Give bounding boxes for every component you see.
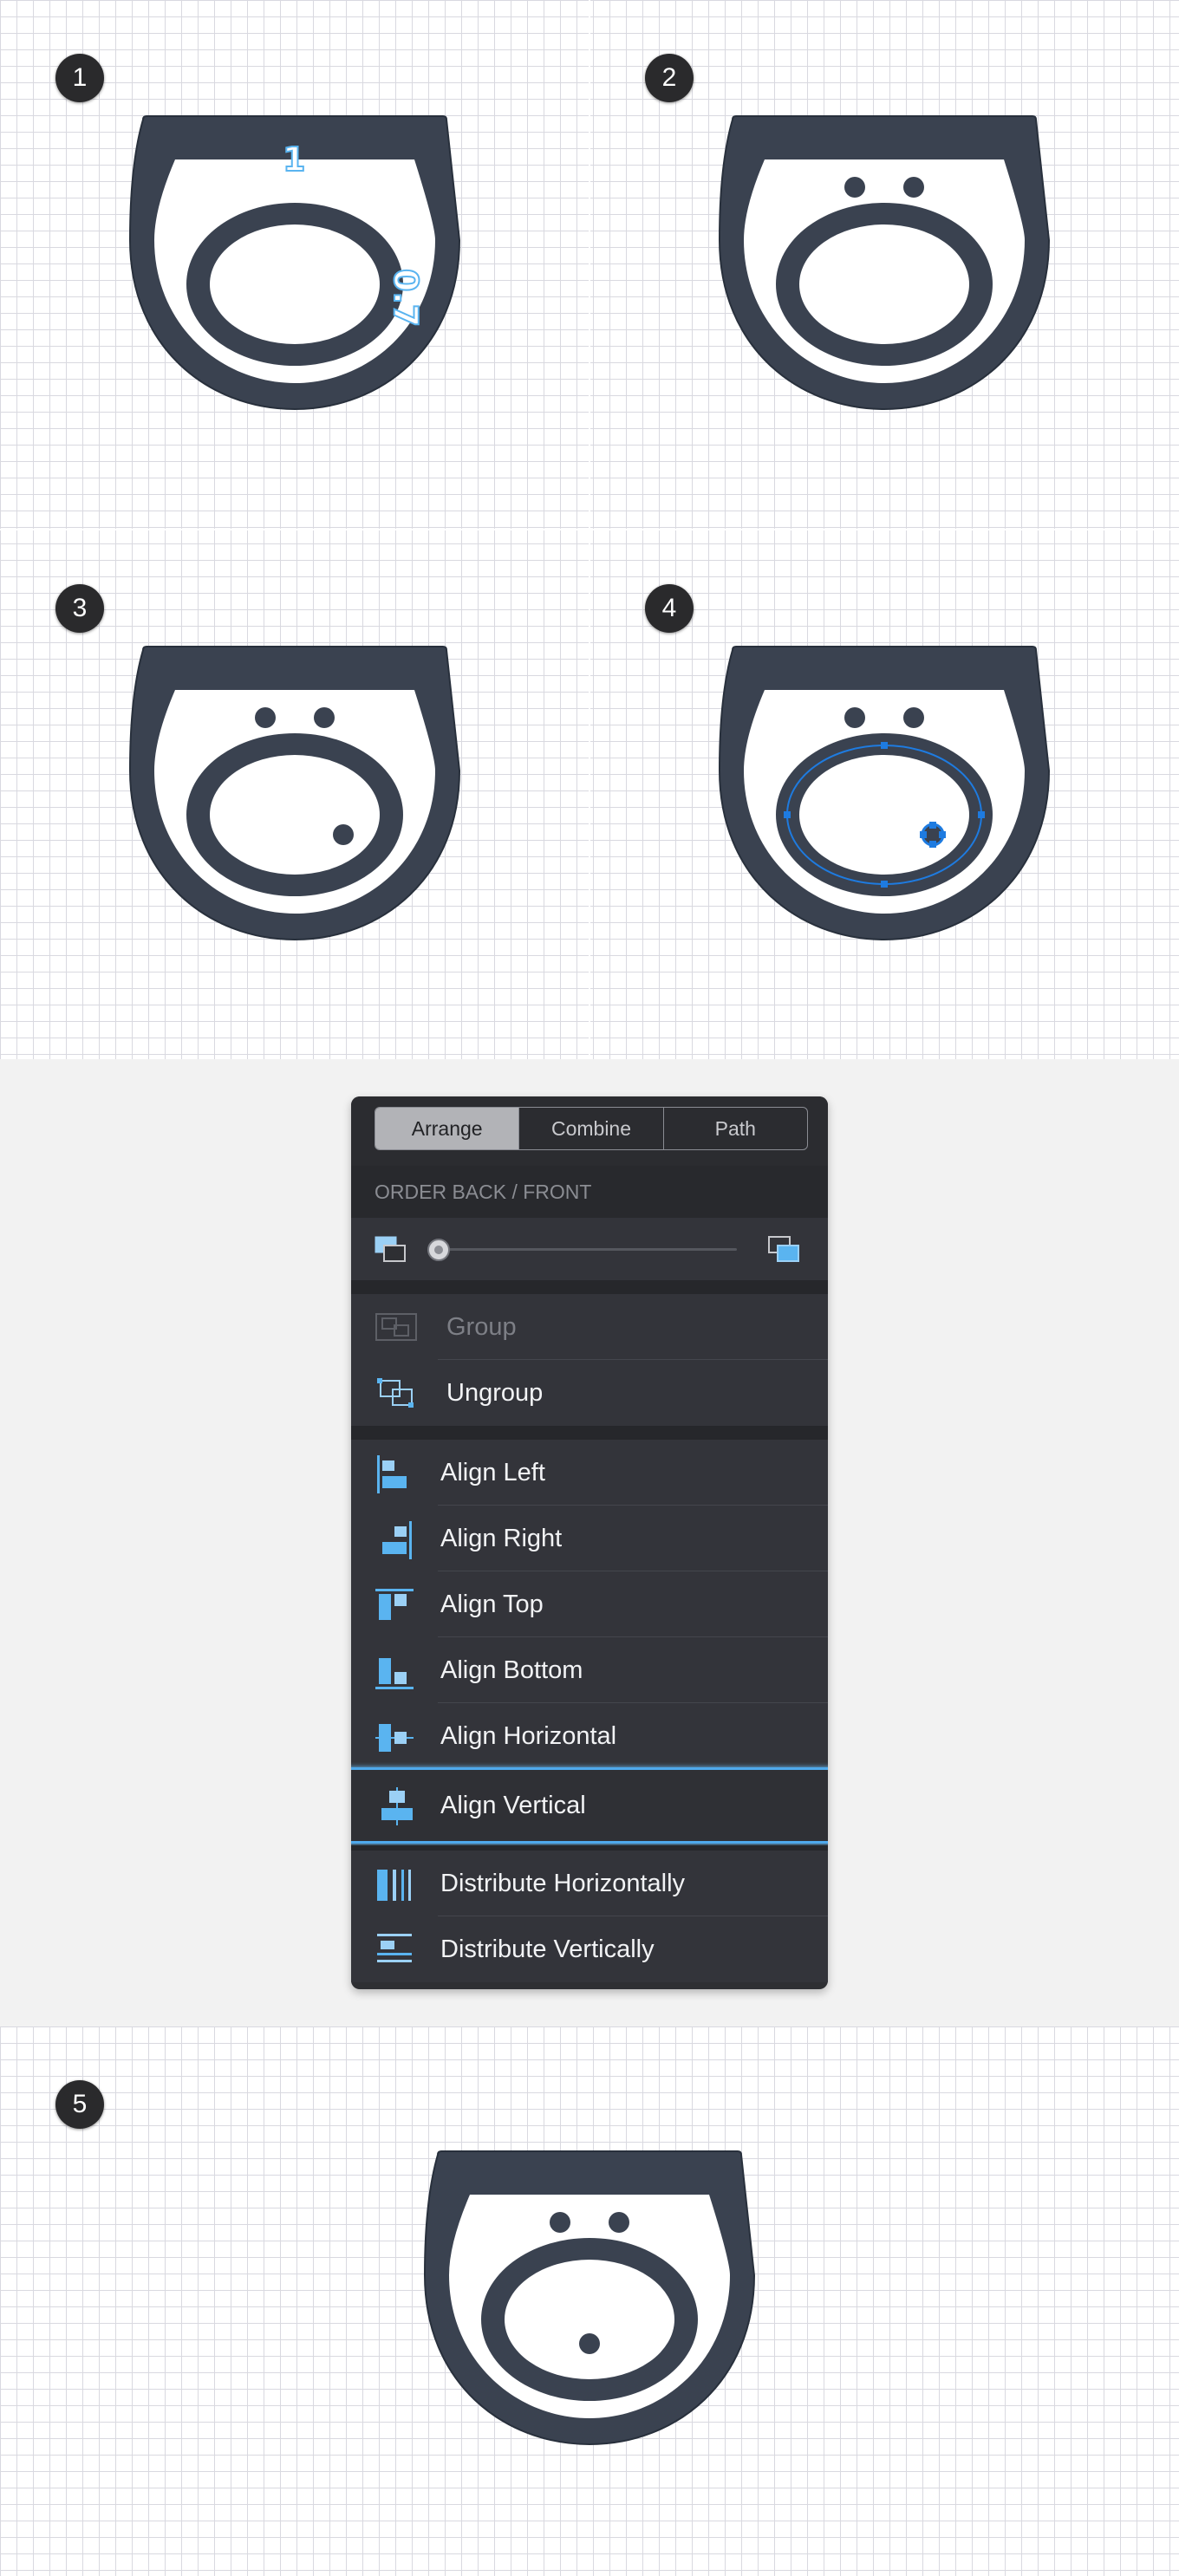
dimension-label-height: 0.7	[386, 268, 426, 328]
sink-icon-artwork	[423, 2150, 755, 2446]
step-badge: 2	[645, 54, 694, 102]
drain-hole-centered	[579, 2333, 600, 2354]
menu-item-label: Distribute Horizontally	[440, 1870, 686, 1897]
step-1-cell: 1 1 0.7	[0, 0, 589, 529]
tab-arrange[interactable]: Arrange	[375, 1108, 520, 1149]
step-4-cell: 4	[590, 530, 1179, 1059]
section-gap	[351, 1426, 828, 1440]
step-badge: 5	[55, 2080, 104, 2129]
menu-item-align-right[interactable]: Align Right	[351, 1506, 828, 1571]
segmented-tab-bar: Arrange Combine Path	[375, 1107, 808, 1150]
menu-item-group[interactable]: Group	[351, 1294, 828, 1360]
faucet-hole-right	[314, 707, 335, 728]
faucet-hole-right	[903, 177, 924, 198]
menu-item-align-top[interactable]: Align Top	[351, 1571, 828, 1637]
faucet-hole-right	[609, 2212, 629, 2233]
section-gap	[351, 1280, 828, 1294]
menu-item-label: Align Left	[440, 1459, 545, 1486]
dimension-label-width: 1	[282, 140, 306, 179]
send-to-back-icon[interactable]	[374, 1235, 408, 1265]
group-icon	[375, 1313, 417, 1341]
tab-path[interactable]: Path	[664, 1108, 807, 1149]
step-badge: 1	[55, 54, 104, 102]
menu-item-label: Distribute Vertically	[440, 1935, 655, 1963]
menu-item-label: Align Vertical	[440, 1792, 586, 1819]
steps-grid-top: 1 1 0.7 2 3 4	[0, 0, 1179, 1059]
align-horizontal-icon	[375, 1724, 414, 1752]
step-3-cell: 3	[0, 530, 589, 1059]
menu-item-distribute-horizontally[interactable]: Distribute Horizontally	[351, 1851, 828, 1916]
sink-drain-inner	[210, 224, 380, 344]
faucet-hole-left	[844, 177, 865, 198]
ungroup-icon	[377, 1378, 414, 1408]
step-badge: 4	[645, 584, 694, 633]
drain-hole	[333, 824, 354, 845]
order-section-header: ORDER BACK / FRONT	[351, 1166, 828, 1218]
faucet-hole-left	[550, 2212, 570, 2233]
align-right-icon	[382, 1521, 412, 1559]
steps-grid-bottom: 5	[0, 2026, 1179, 2576]
distribute-horizontally-icon	[377, 1870, 411, 1901]
order-slider-track[interactable]	[433, 1248, 737, 1251]
order-slider-row	[351, 1218, 828, 1280]
menu-item-align-vertical[interactable]: Align Vertical	[351, 1767, 828, 1844]
order-slider-knob[interactable]	[427, 1239, 450, 1261]
menu-item-label: Align Horizontal	[440, 1722, 617, 1750]
menu-item-label: Group	[446, 1313, 517, 1341]
sink-icon-artwork	[718, 646, 1050, 941]
bring-to-front-icon[interactable]	[767, 1235, 802, 1265]
menu-item-align-left[interactable]: Align Left	[351, 1440, 828, 1506]
menu-item-label: Align Bottom	[440, 1656, 583, 1684]
distribute-vertically-icon	[377, 1934, 412, 1962]
step-badge: 3	[55, 584, 104, 633]
arrange-panel: Arrange Combine Path ORDER BACK / FRONT …	[351, 1096, 828, 1989]
menu-item-label: Align Top	[440, 1590, 544, 1618]
tab-bar-area: Arrange Combine Path	[351, 1096, 828, 1166]
faucet-hole-left	[255, 707, 276, 728]
tab-combine[interactable]: Combine	[519, 1108, 664, 1149]
align-bottom-icon	[375, 1658, 414, 1689]
menu-item-label: Align Right	[440, 1525, 563, 1552]
menu-item-align-horizontal[interactable]: Align Horizontal	[351, 1703, 828, 1769]
step-2-cell: 2	[590, 0, 1179, 529]
menu-item-ungroup[interactable]: Ungroup	[351, 1360, 828, 1426]
menu-item-label: Ungroup	[446, 1379, 544, 1407]
align-left-icon	[377, 1455, 407, 1493]
sink-icon-artwork	[718, 115, 1050, 411]
menu-item-distribute-vertically[interactable]: Distribute Vertically	[351, 1916, 828, 1982]
menu-item-align-bottom[interactable]: Align Bottom	[351, 1637, 828, 1703]
align-top-icon	[375, 1589, 414, 1620]
sink-icon-artwork	[128, 646, 460, 941]
align-vertical-icon	[381, 1787, 413, 1825]
